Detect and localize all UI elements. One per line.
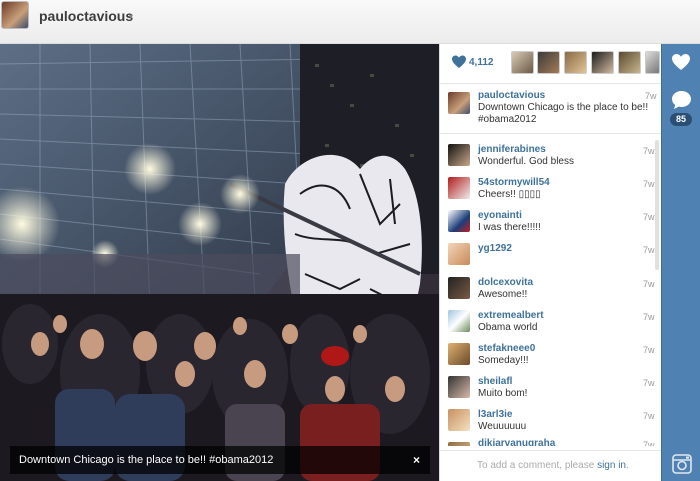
comment-bubble-icon[interactable] [671, 90, 692, 110]
like-count[interactable]: 4,112 [469, 57, 493, 68]
liker-avatar[interactable] [591, 51, 614, 74]
sign-in-link[interactable]: sign in [597, 460, 626, 471]
list-item: eyonainti 7w I was there!!!!! [440, 205, 662, 238]
avatar[interactable] [448, 177, 470, 199]
caption-text: Downtown Chicago is the place to be!! #o… [19, 454, 274, 466]
like-heart-icon[interactable] [671, 53, 691, 71]
comment-hint: To add a comment, please sign in. [477, 460, 629, 471]
list-item: stefakneee0 7w Someday!!! [440, 338, 662, 371]
chicago-crowd-photo [0, 44, 439, 481]
list-item: dolcexovita 7w Awesome!! [440, 272, 662, 305]
comment-username[interactable]: 54stormywill54 [478, 177, 550, 188]
liker-avatar[interactable] [618, 51, 641, 74]
comment-time: 7w [643, 179, 655, 189]
post-caption-line1: Downtown Chicago is the place to be!! [478, 102, 649, 113]
avatar[interactable] [448, 343, 470, 365]
avatar[interactable] [448, 277, 470, 299]
list-item: sheilafl 7w Muito bom! [440, 371, 662, 404]
avatar[interactable] [448, 92, 470, 114]
liker-avatar[interactable] [511, 51, 534, 74]
list-item: l3arl3ie 7w Weuuuuuu [440, 404, 662, 437]
comment-time: 7w [643, 378, 655, 388]
likes-row: 4,112 [440, 44, 662, 84]
comment-text: Wonderful. God bless [478, 156, 574, 167]
comment-text: Muito bom! [478, 388, 528, 399]
comment-time: 7w [643, 312, 655, 322]
list-item: dikiarvanugraha 7w [440, 437, 662, 446]
post-photo: Downtown Chicago is the place to be!! #o… [0, 44, 439, 481]
liker-avatar[interactable] [645, 51, 660, 74]
comment-username[interactable]: dikiarvanugraha [478, 438, 555, 446]
post-time: 7w [645, 91, 657, 101]
top-bar: pauloctavious ▾ [0, 0, 700, 44]
comment-time: 7w [643, 345, 655, 355]
profile-username[interactable]: pauloctavious [39, 8, 133, 24]
comment-text: Weuuuuuu [478, 421, 527, 432]
comment-time: 7w [643, 411, 655, 421]
comment-text: I was there!!!!! [478, 222, 541, 233]
profile-avatar[interactable] [1, 1, 29, 29]
comment-username[interactable]: l3arl3ie [478, 409, 512, 420]
post-caption: pauloctavious 7w Downtown Chicago is the… [440, 84, 662, 134]
comment-username[interactable]: sheilafl [478, 376, 512, 387]
comment-list[interactable]: jenniferabines 7w Wonderful. God bless 5… [440, 136, 662, 446]
caption-overlay: Downtown Chicago is the place to be!! #o… [10, 446, 430, 474]
close-icon[interactable]: × [413, 453, 420, 467]
comment-username[interactable]: stefakneee0 [478, 343, 535, 354]
comment-text: Someday!!! [478, 355, 529, 366]
comment-text: Obama world [478, 322, 538, 333]
heart-icon[interactable] [451, 54, 467, 70]
avatar[interactable] [448, 409, 470, 431]
comment-count-badge: 85 [670, 113, 692, 126]
chevron-down-icon[interactable]: ▾ [129, 12, 133, 21]
instagram-camera-icon[interactable] [672, 454, 692, 474]
comment-username[interactable]: jenniferabines [478, 144, 546, 155]
comment-text: Cheers!! ▯▯▯▯ [478, 189, 541, 200]
comment-username[interactable]: yg1292 [478, 243, 512, 254]
avatar[interactable] [448, 210, 470, 232]
post-detail-panel: 4,112 pauloctavious 7w Downtown Chicago … [439, 44, 662, 481]
comment-time: 7w [643, 245, 655, 255]
comment-username[interactable]: dolcexovita [478, 277, 533, 288]
avatar[interactable] [448, 310, 470, 332]
avatar[interactable] [448, 243, 470, 265]
list-item: jenniferabines 7w Wonderful. God bless [440, 139, 662, 172]
post-author[interactable]: pauloctavious [478, 90, 545, 101]
post-caption-line2[interactable]: #obama2012 [478, 114, 536, 125]
comment-input[interactable]: To add a comment, please sign in. [440, 450, 662, 481]
liker-avatar[interactable] [564, 51, 587, 74]
comment-text: Awesome!! [478, 289, 528, 300]
comment-time: 7w [643, 279, 655, 289]
action-sidebar: 85 [661, 44, 700, 481]
list-item: extremealbert 7w Obama world [440, 305, 662, 338]
comment-username[interactable]: extremealbert [478, 310, 544, 321]
avatar[interactable] [448, 144, 470, 166]
comment-username[interactable]: eyonainti [478, 210, 522, 221]
avatar[interactable] [448, 376, 470, 398]
list-item: yg1292 7w [440, 238, 662, 271]
comment-time: 7w [643, 440, 655, 446]
list-item: 54stormywill54 7w Cheers!! ▯▯▯▯ [440, 172, 662, 205]
liker-avatar[interactable] [537, 51, 560, 74]
avatar[interactable] [448, 442, 470, 446]
comment-time: 7w [643, 212, 655, 222]
comment-time: 7w [643, 146, 655, 156]
scrollbar[interactable] [655, 140, 659, 270]
